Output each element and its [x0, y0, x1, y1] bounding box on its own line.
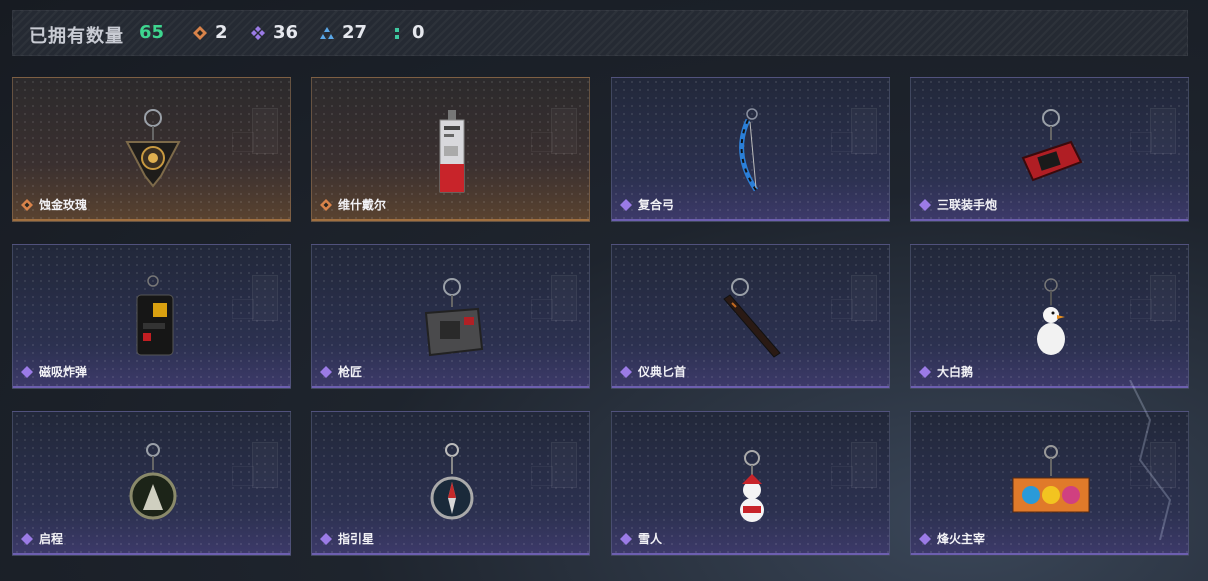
item-card[interactable]: 维什戴尔: [311, 77, 590, 222]
medal-charm-icon: [129, 443, 177, 520]
purple-diamond-icon: [620, 532, 632, 545]
item-name: 磁吸炸弹: [39, 365, 88, 379]
item-label: 蚀金玫瑰: [21, 196, 87, 213]
item-label: 大白鹅: [919, 363, 973, 380]
purple-diamond-icon: [919, 532, 931, 545]
bomb-charm-icon: [136, 275, 174, 356]
purple-diamond-icon: [620, 365, 632, 378]
item-name: 复合弓: [638, 198, 675, 212]
compass-charm-icon: [430, 443, 474, 520]
item-label: 复合弓: [620, 196, 674, 213]
orange-diamond-icon: [320, 198, 332, 211]
item-label: 指引星: [320, 530, 374, 547]
item-label: 维什戴尔: [320, 196, 386, 213]
purple-diamond-icon: [620, 198, 632, 211]
blue-count-value: 27: [342, 22, 368, 43]
purple-count-value: 36: [273, 22, 299, 43]
item-name: 枪匠: [338, 365, 363, 379]
owned-count-title: 已拥有数量: [29, 26, 124, 47]
purple-diamond-icon: [320, 532, 332, 545]
graffiti-charm-icon: [1012, 445, 1090, 513]
item-name: 烽火主宰: [937, 532, 986, 546]
item-name: 启程: [39, 532, 64, 546]
item-label: 烽火主宰: [919, 530, 985, 547]
item-name: 仪典匕首: [638, 365, 687, 379]
bow-charm-icon: [739, 108, 759, 192]
orange-rarity-count: 2: [193, 22, 228, 43]
purple-diamond-icon: [21, 365, 33, 378]
item-card[interactable]: 大白鹅: [910, 244, 1189, 389]
item-card[interactable]: 烽火主宰: [910, 411, 1189, 556]
green-dots-icon: [395, 27, 399, 39]
orange-count-value: 2: [215, 22, 228, 43]
item-card[interactable]: 三联装手炮: [910, 77, 1189, 222]
plate-charm-icon: [424, 278, 484, 357]
item-name: 蚀金玫瑰: [39, 198, 88, 212]
dagger-charm-icon: [723, 278, 781, 358]
item-name: 三联装手炮: [937, 198, 998, 212]
item-card[interactable]: 复合弓: [611, 77, 890, 222]
item-label: 枪匠: [320, 363, 362, 380]
owned-count-bar: 已拥有数量 65 2 36 27 0: [12, 10, 1188, 56]
item-card[interactable]: 磁吸炸弹: [12, 244, 291, 389]
item-name: 大白鹅: [937, 365, 974, 379]
purple-diamond-icon: [919, 365, 931, 378]
item-card[interactable]: 仪典匕首: [611, 244, 890, 389]
item-label: 雪人: [620, 530, 662, 547]
rose-charm-icon: [125, 109, 181, 188]
item-card[interactable]: 指引星: [311, 411, 590, 556]
orange-diamond-icon: [193, 25, 207, 40]
goose-charm-icon: [1037, 278, 1065, 355]
item-label: 仪典匕首: [620, 363, 686, 380]
item-label: 启程: [21, 530, 63, 547]
item-name: 维什戴尔: [338, 198, 387, 212]
item-label: 三联装手炮: [919, 196, 997, 213]
purple-diamond-icon: [320, 365, 332, 378]
purple-diamond-icon: [251, 25, 265, 40]
item-name: 指引星: [338, 532, 375, 546]
purple-rarity-count: 36: [251, 22, 298, 43]
purple-diamond-icon: [21, 532, 33, 545]
item-card[interactable]: 启程: [12, 411, 291, 556]
snowman-charm-icon: [740, 450, 764, 522]
green-rarity-count: 0: [390, 22, 425, 43]
owned-total-count: 65: [139, 22, 165, 43]
item-card[interactable]: 雪人: [611, 411, 890, 556]
tag-charm-icon: [439, 110, 465, 193]
item-card[interactable]: 枪匠: [311, 244, 590, 389]
item-card[interactable]: 蚀金玫瑰: [12, 77, 291, 222]
cannon-charm-icon: [1021, 109, 1083, 182]
green-count-value: 0: [412, 22, 425, 43]
item-name: 雪人: [638, 532, 663, 546]
orange-diamond-icon: [21, 198, 33, 211]
blue-rarity-count: 27: [320, 22, 367, 43]
purple-diamond-icon: [919, 198, 931, 211]
item-label: 磁吸炸弹: [21, 363, 87, 380]
blue-triangle-icon: [320, 26, 334, 39]
